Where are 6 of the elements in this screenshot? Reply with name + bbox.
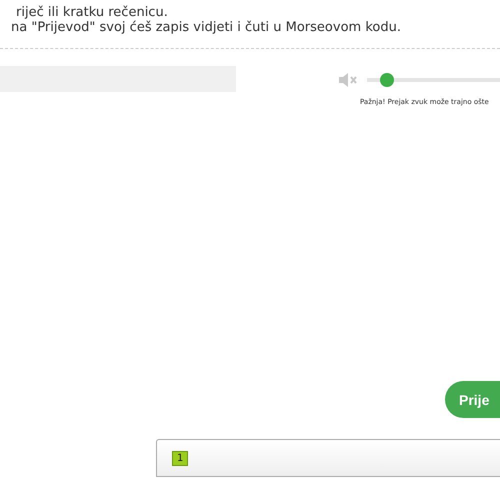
line-number: 1 [172, 451, 188, 466]
instruction-text: na "Prijevod" svoj ćeš zapis vidjeti i čuti u Morseovom kodu. [10, 20, 402, 35]
mute-icon[interactable] [338, 72, 358, 88]
slider-thumb[interactable] [380, 73, 394, 87]
translate-button[interactable]: Prije [445, 381, 500, 418]
instruction-text: riječ ili kratku rečenicu. [15, 5, 169, 20]
